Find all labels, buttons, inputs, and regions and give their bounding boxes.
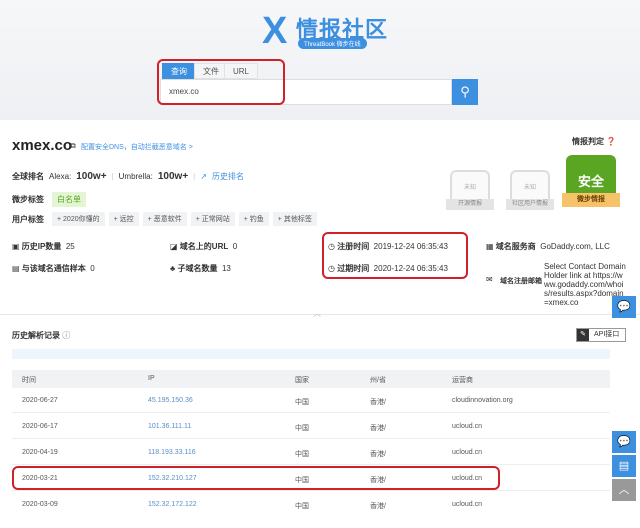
help-icon: ❓ — [606, 137, 617, 146]
col-country: 国家 — [295, 377, 309, 384]
col-time: 时间 — [22, 377, 36, 384]
row-divider — [12, 490, 610, 491]
row-ip[interactable]: 101.36.111.11 — [148, 423, 191, 430]
row-time: 2020-06-17 — [22, 423, 58, 430]
highlight-row — [12, 466, 500, 490]
key-icon: ✎ — [577, 329, 589, 341]
info-bar — [12, 349, 610, 359]
tag-label: 微步标签 — [12, 195, 44, 204]
highlight-times — [322, 232, 468, 279]
row-isp: ucloud.cn — [452, 449, 482, 456]
row-country: 中国 — [295, 425, 309, 432]
table-header — [12, 370, 610, 388]
row-isp: ucloud.cn — [452, 501, 482, 508]
tree-icon: ♣ — [170, 264, 176, 273]
samples-stat: ▤ 与该域名通信样本 0 — [12, 264, 95, 273]
row-country: 中国 — [295, 503, 309, 510]
wechat-icon: 💬 — [617, 301, 631, 313]
alexa-value: 100w+ — [76, 171, 107, 182]
col-province: 州/省 — [370, 377, 386, 384]
verdict-title: 情报判定 ❓ — [572, 137, 617, 146]
chat-icon: ▤ — [618, 460, 630, 472]
row-time: 2020-06-27 — [22, 397, 58, 404]
feedback-button[interactable]: ▤ — [612, 455, 636, 477]
user-tag[interactable]: + 恶意软件 — [142, 212, 187, 226]
chevron-up-icon: ︿ — [618, 484, 630, 496]
row-isp: cloudinnovation.org — [452, 397, 513, 404]
side-wechat-button[interactable]: 💬 — [612, 296, 636, 318]
row-time: 2020-04-19 — [22, 449, 58, 456]
help-icon: ⓘ — [62, 331, 71, 340]
history-rank-link[interactable]: 历史排名 — [212, 171, 244, 182]
wechat-button[interactable]: 💬 — [612, 431, 636, 453]
row-ip[interactable]: 45.195.150.36 — [148, 397, 193, 404]
link-icon: ◪ — [170, 242, 178, 251]
col-ip: IP — [148, 375, 155, 382]
row-divider — [12, 412, 610, 413]
history-title: 历史解析记录 ⓘ — [12, 331, 71, 340]
row-divider — [12, 438, 610, 439]
search-icon: ⚲ — [460, 84, 470, 99]
highlight-search — [157, 59, 285, 105]
opensource-badge: 未知 开源情报 — [446, 170, 494, 210]
user-tag[interactable]: + 正常网站 — [190, 212, 235, 226]
email-label: 域名注册邮箱 — [500, 278, 542, 285]
verdict-source: 微步情报 — [562, 193, 620, 207]
trend-icon: ↗ — [200, 172, 207, 181]
row-ip[interactable]: 152.32.172.122 — [148, 501, 197, 508]
copy-icon[interactable]: ⧉ — [70, 141, 76, 151]
back-to-top-button[interactable]: ︿ — [612, 479, 636, 501]
row-province: 香港/ — [370, 425, 386, 432]
registrar: ▦ 域名服务商 GoDaddy.com, LLC — [486, 242, 610, 251]
search-button[interactable]: ⚲ — [452, 79, 478, 105]
row-country: 中国 — [295, 451, 309, 458]
email-icon: ✉ — [486, 275, 493, 284]
user-tag[interactable]: + 远控 — [108, 212, 139, 226]
logo-icon: X — [262, 10, 288, 52]
row-province: 香港/ — [370, 451, 386, 458]
user-tag-label: 用户标签 — [12, 214, 44, 224]
community-badge: 未知 社区用户情报 — [506, 170, 554, 210]
api-button[interactable]: ✎ API接口 — [576, 328, 626, 342]
ip-icon: ▣ — [12, 242, 20, 251]
row-province: 香港/ — [370, 503, 386, 510]
alexa-label: Alexa: — [49, 172, 72, 181]
umbrella-value: 100w+ — [157, 171, 189, 182]
umbrella-label: Umbrella: — [118, 172, 153, 181]
history-ip-stat: ▣ 历史IP数量 25 — [12, 242, 75, 251]
row-province: 香港/ — [370, 399, 386, 406]
domain-title: xmex.co — [12, 137, 73, 154]
dns-link[interactable]: 配置安全DNS，自动拦截恶意域名 > — [81, 142, 193, 152]
server-icon: ▦ — [486, 242, 494, 251]
row-ip[interactable]: 118.193.33.116 — [148, 449, 196, 456]
user-tag[interactable]: + 2020你懂的 — [52, 212, 105, 226]
row-divider — [12, 464, 610, 465]
user-tag[interactable]: + 钓鱼 — [238, 212, 269, 226]
logo-subtitle: ThreatBook 微步在线 — [298, 38, 367, 49]
row-time: 2020-03-09 — [22, 501, 58, 508]
user-tag[interactable]: + 其他标签 — [272, 212, 317, 226]
collapse-icon[interactable]: ︿ — [313, 308, 321, 319]
row-isp: ucloud.cn — [452, 423, 482, 430]
url-stat: ◪ 域名上的URL 0 — [170, 242, 238, 251]
col-isp: 运营商 — [452, 377, 473, 384]
row-country: 中国 — [295, 399, 309, 406]
subdomain-stat: ♣ 子域名数量 13 — [170, 264, 231, 273]
whitelist-tag: 白名单 — [52, 192, 86, 207]
rank-label: 全球排名 — [12, 172, 44, 181]
file-icon: ▤ — [12, 264, 20, 273]
wechat-icon: 💬 — [617, 436, 631, 448]
